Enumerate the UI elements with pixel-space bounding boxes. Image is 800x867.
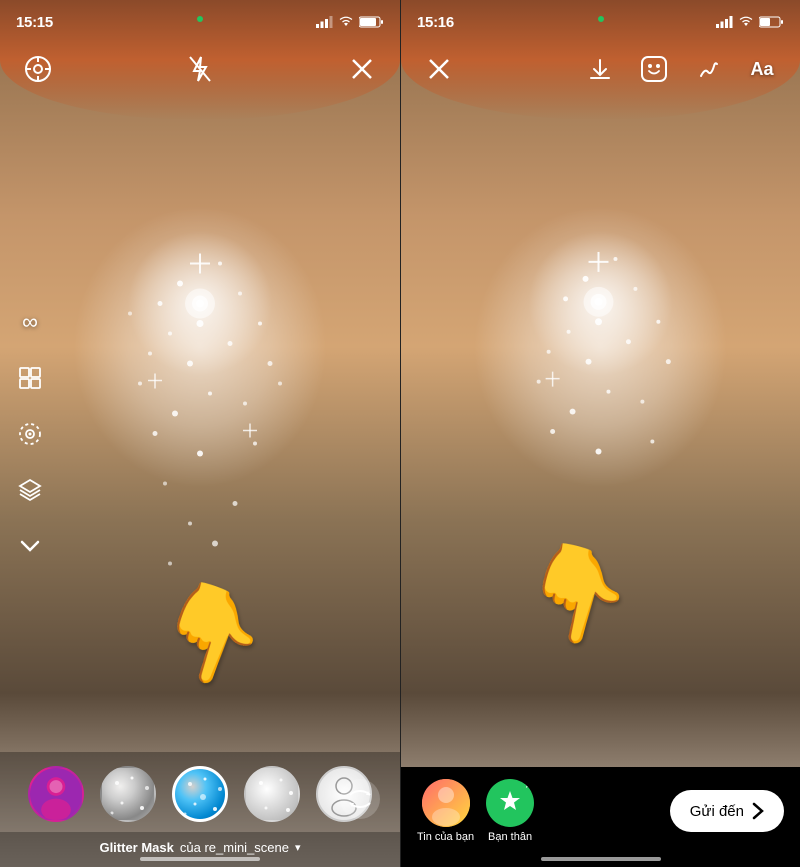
close-friends-avatar: ★: [486, 779, 534, 827]
filter-chevron-icon[interactable]: ▾: [295, 841, 301, 854]
wifi-icon-right: [738, 16, 754, 28]
draw-icon[interactable]: [690, 51, 726, 87]
story-label: Tin của bạn: [417, 831, 474, 843]
side-tools: ∞: [12, 304, 48, 564]
glitter-overlay-right: [401, 0, 800, 867]
top-controls-left: [0, 44, 400, 94]
camera-switch-button[interactable]: [340, 779, 380, 819]
top-controls-right: Aa: [401, 44, 800, 94]
chevron-down-icon[interactable]: [12, 528, 48, 564]
share-option-close-friends[interactable]: ★ Bạn thân: [486, 779, 534, 843]
filter-name-label: Glitter Mask: [99, 840, 173, 855]
filter-option-blue[interactable]: [172, 766, 228, 822]
share-option-story[interactable]: Tin của bạn: [417, 779, 474, 843]
sticker-face-icon[interactable]: [636, 51, 672, 87]
download-icon[interactable]: [582, 51, 618, 87]
layout-icon[interactable]: [12, 360, 48, 396]
filter-label-row: Glitter Mask của re_mini_scene ▾: [0, 832, 400, 867]
status-time-right: 15:16: [417, 14, 454, 31]
signal-icon-right: [716, 16, 733, 28]
filter-option-silver[interactable]: [100, 766, 156, 822]
notification-dot-right: [598, 16, 604, 22]
glitter-overlay: [0, 0, 400, 867]
home-indicator-right: [541, 857, 661, 861]
home-indicator-left: [140, 857, 260, 861]
close-icon-right[interactable]: [421, 51, 457, 87]
send-button-label: Gửi đến: [690, 803, 744, 820]
status-icons-left: [316, 16, 384, 28]
story-avatar: [422, 779, 470, 827]
filter-option-white-silver[interactable]: [244, 766, 300, 822]
settings-icon[interactable]: [20, 51, 56, 87]
filter-creator-label: của re_mini_scene: [180, 840, 289, 855]
share-row: Tin của bạn ★ Bạn thân: [417, 779, 784, 843]
right-screen: 15:16: [400, 0, 800, 867]
close-icon-left[interactable]: [344, 51, 380, 87]
status-bar-right: 15:16: [401, 0, 800, 44]
share-options: Tin của bạn ★ Bạn thân: [417, 779, 534, 843]
filter-option-avatar[interactable]: [28, 766, 84, 822]
flash-off-icon[interactable]: [182, 51, 218, 87]
bottom-section-left: Glitter Mask của re_mini_scene ▾: [0, 752, 400, 867]
bottom-section-right: Tin của bạn ★ Bạn thân: [401, 767, 800, 867]
infinity-icon[interactable]: ∞: [12, 304, 48, 340]
send-button[interactable]: Gửi đến: [670, 790, 784, 832]
battery-icon-left: [359, 16, 384, 28]
layers-icon[interactable]: [12, 472, 48, 508]
story-avatar-inner: [422, 779, 470, 827]
right-controls-group: Aa: [582, 51, 780, 87]
close-friends-label: Bạn thân: [488, 831, 532, 843]
target-icon[interactable]: [12, 416, 48, 452]
wifi-icon-left: [338, 16, 354, 28]
camera-background-right: [401, 0, 800, 867]
status-bar-left: 15:15: [0, 0, 400, 44]
notification-dot: [197, 16, 203, 22]
battery-icon-right: [759, 16, 784, 28]
status-time-left: 15:15: [16, 14, 53, 31]
left-screen: 15:15: [0, 0, 400, 867]
star-badge: ★: [520, 779, 534, 793]
text-icon[interactable]: Aa: [744, 51, 780, 87]
send-chevron-icon: [752, 802, 764, 820]
status-icons-right: [716, 16, 784, 28]
camera-background: [0, 0, 400, 867]
signal-icon-left: [316, 16, 333, 28]
